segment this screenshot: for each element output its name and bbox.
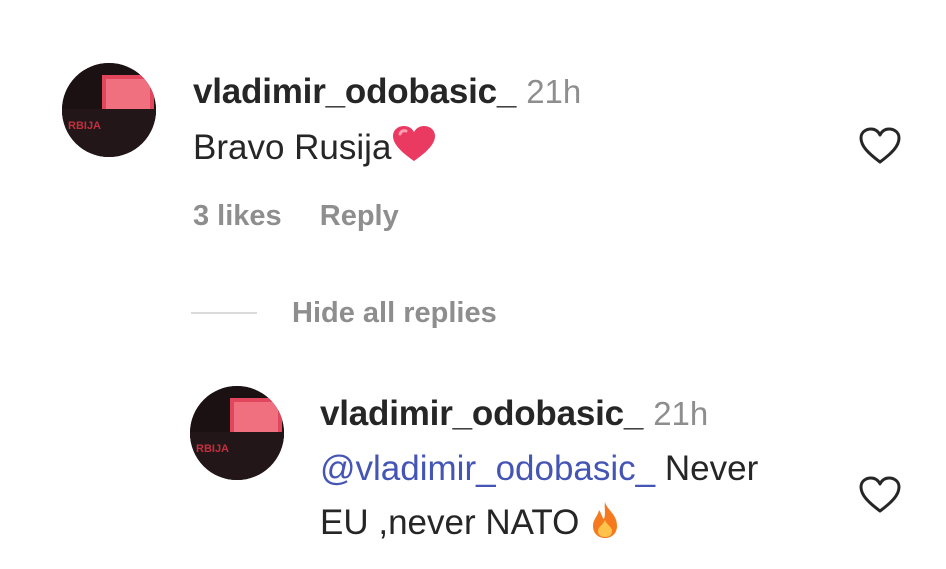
fire-emoji-icon — [593, 502, 618, 538]
svg-text:RBIJA: RBIJA — [68, 120, 101, 132]
reply-avatar[interactable]: RBIJA — [190, 386, 284, 480]
replies-divider — [191, 312, 257, 314]
hide-replies-button[interactable]: Hide all replies — [292, 297, 497, 330]
svg-text:RBIJA: RBIJA — [196, 443, 229, 455]
comment-meta: 3 likes Reply — [193, 200, 399, 233]
comment-avatar[interactable]: RBIJA — [62, 63, 156, 157]
reply-text-line2: EU ,never NATO — [320, 500, 621, 543]
comment-text: Bravo Rusija — [193, 125, 437, 168]
reply-body-line2: EU ,never NATO — [320, 503, 580, 542]
reply-button[interactable]: Reply — [320, 200, 399, 232]
avatar-image: RBIJA — [62, 63, 156, 157]
comment-body: Bravo Rusija — [193, 128, 392, 167]
avatar-image: RBIJA — [190, 386, 284, 480]
like-reply-icon[interactable] — [858, 475, 902, 515]
reply-header: vladimir_odobasic_ 21h — [320, 394, 708, 434]
reply-text-line1: @vladimir_odobasic_ Never — [320, 449, 758, 489]
reply-mention-link[interactable]: @vladimir_odobasic_ — [320, 449, 655, 488]
reply-username[interactable]: vladimir_odobasic_ — [320, 394, 643, 433]
comment-time[interactable]: 21h — [526, 73, 581, 110]
comment-username[interactable]: vladimir_odobasic_ — [193, 72, 516, 111]
reply-time[interactable]: 21h — [653, 395, 708, 432]
like-icon[interactable] — [858, 126, 902, 166]
comment-header: vladimir_odobasic_ 21h — [193, 72, 581, 112]
reply-body-line1: Never — [655, 449, 759, 488]
likes-count[interactable]: 3 likes — [193, 200, 282, 232]
heart-emoji-icon — [393, 126, 436, 161]
